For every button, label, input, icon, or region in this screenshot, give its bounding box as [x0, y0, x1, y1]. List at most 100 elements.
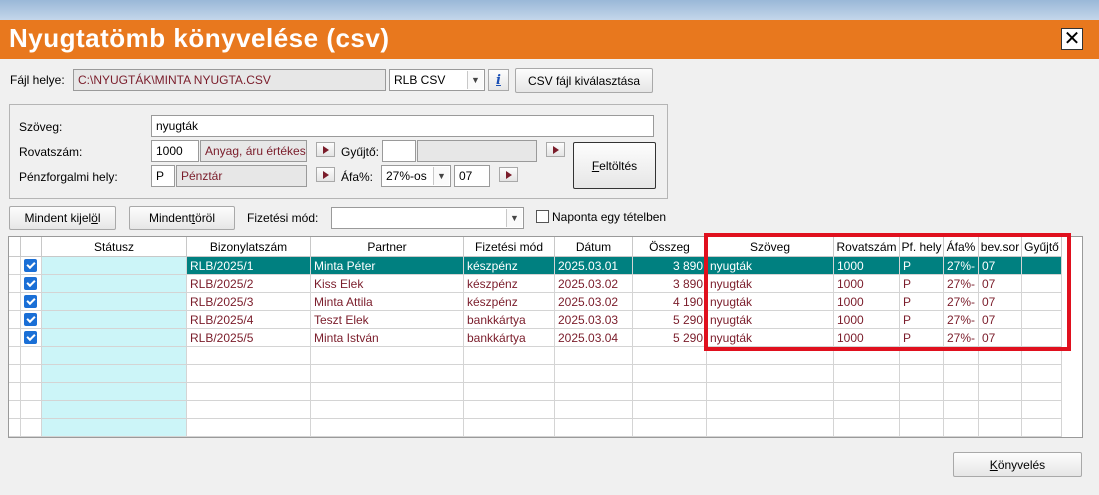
cell-fizetes	[464, 347, 555, 365]
rovatszam-input[interactable]: 1000	[151, 140, 199, 162]
afa-select[interactable]: 27%-os ▼	[381, 165, 451, 187]
cell-bizonylat: RLB/2025/3	[187, 293, 311, 311]
row-checkbox[interactable]	[24, 295, 37, 308]
status-cell	[42, 311, 187, 329]
checkbox-header	[21, 237, 42, 257]
info-icon: i	[496, 72, 501, 88]
clear-all-button[interactable]: Mindent t öröl	[129, 206, 235, 230]
gyujto-input[interactable]	[382, 140, 416, 162]
cell-bizonylat	[187, 383, 311, 401]
cell-fizetes: készpénz	[464, 257, 555, 275]
afa-value: 27%-os	[386, 169, 427, 183]
chevron-down-icon: ▼	[506, 209, 522, 227]
cell-osszeg: 4 190	[633, 293, 707, 311]
info-button[interactable]: i	[488, 69, 509, 91]
play-icon	[322, 170, 329, 179]
cell-partner	[311, 347, 464, 365]
chevron-down-icon: ▼	[467, 71, 483, 89]
row-indicator	[9, 293, 21, 311]
play-icon	[322, 145, 329, 154]
row-checkbox[interactable]	[24, 313, 37, 326]
cell-partner: Kiss Elek	[311, 275, 464, 293]
cell-gyujto	[1022, 383, 1062, 401]
cell-bizonylat	[187, 365, 311, 383]
gyujto-lookup-button[interactable]	[546, 142, 565, 157]
row-checkbox-cell	[21, 365, 42, 383]
chevron-down-icon: ▼	[433, 167, 449, 185]
cell-datum: 2025.03.04	[555, 329, 633, 347]
col-header-datum[interactable]: Dátum	[555, 237, 633, 257]
cell-partner: Minta István	[311, 329, 464, 347]
row-checkbox-cell	[21, 347, 42, 365]
status-cell	[42, 347, 187, 365]
cell-gyujto	[1022, 419, 1062, 437]
daily-single-item-label: Naponta egy tételben	[552, 210, 667, 224]
feltoltes-button[interactable]: Feltöltés	[573, 142, 656, 189]
row-checkbox-cell	[21, 401, 42, 419]
szoveg-input[interactable]: nyugták	[151, 115, 654, 137]
cell-pf	[900, 419, 944, 437]
afa-label: Áfa%:	[341, 170, 374, 184]
rovatszam-name-field: Anyag, áru értékes	[200, 140, 307, 162]
row-checkbox[interactable]	[24, 259, 37, 272]
col-header-osszeg[interactable]: Összeg	[633, 237, 707, 257]
cell-datum	[555, 347, 633, 365]
cell-bizonylat: RLB/2025/5	[187, 329, 311, 347]
afa-code-input[interactable]: 07	[454, 165, 490, 187]
cell-bizonylat: RLB/2025/4	[187, 311, 311, 329]
post-button[interactable]: Könyvelés	[953, 452, 1082, 477]
col-header-fizetesi-mod[interactable]: Fizetési mód	[464, 237, 555, 257]
penzforgalmi-name-field: Pénztár	[176, 165, 307, 187]
daily-single-item-checkbox[interactable]	[536, 210, 549, 223]
col-header-partner[interactable]: Partner	[311, 237, 464, 257]
select-all-button[interactable]: Mindent kijel ö l	[9, 206, 116, 230]
col-header-status[interactable]: Státusz	[42, 237, 187, 257]
file-path-field: C:\NYUGTÁK\MINTA NYUGTA.CSV	[73, 69, 386, 91]
cell-rovatszam	[834, 401, 900, 419]
row-checkbox-cell	[21, 257, 42, 275]
select-all-label-hotkey: ö	[91, 211, 98, 225]
close-button[interactable]: ✕	[1061, 28, 1083, 50]
row-indicator	[9, 419, 21, 437]
file-format-value: RLB CSV	[394, 73, 446, 87]
cell-datum	[555, 401, 633, 419]
penzforgalmi-lookup-button[interactable]	[316, 167, 335, 182]
rovatszam-label: Rovatszám:	[19, 145, 83, 159]
status-cell	[42, 329, 187, 347]
row-checkbox[interactable]	[24, 277, 37, 290]
cell-fizetes: készpénz	[464, 293, 555, 311]
rovatszam-lookup-button[interactable]	[316, 142, 335, 157]
cell-osszeg: 5 290	[633, 311, 707, 329]
penzforgalmi-input[interactable]: P	[151, 165, 175, 187]
row-indicator	[9, 329, 21, 347]
cell-rovatszam	[834, 383, 900, 401]
status-cell	[42, 257, 187, 275]
payment-method-select[interactable]: ▼	[331, 207, 524, 229]
cell-afa	[944, 365, 979, 383]
row-checkbox[interactable]	[24, 331, 37, 344]
file-format-select[interactable]: RLB CSV ▼	[389, 69, 485, 91]
afa-lookup-button[interactable]	[499, 167, 518, 182]
szoveg-label: Szöveg:	[19, 120, 63, 134]
cell-osszeg	[633, 383, 707, 401]
gyujto-label: Gyűjtő:	[341, 145, 380, 159]
row-indicator-header	[9, 237, 21, 257]
row-indicator	[9, 275, 21, 293]
cell-osszeg: 3 890	[633, 275, 707, 293]
file-path-label: Fájl helye:	[10, 73, 65, 87]
cell-partner	[311, 401, 464, 419]
cell-pf	[900, 365, 944, 383]
cell-partner: Teszt Elek	[311, 311, 464, 329]
row-checkbox-cell	[21, 419, 42, 437]
cell-rovatszam	[834, 365, 900, 383]
cell-afa	[944, 383, 979, 401]
cell-osszeg	[633, 401, 707, 419]
row-checkbox-cell	[21, 275, 42, 293]
cell-fizetes	[464, 419, 555, 437]
status-cell	[42, 293, 187, 311]
status-cell	[42, 383, 187, 401]
select-csv-button[interactable]: CSV fájl kiválasztása	[515, 68, 653, 93]
col-header-bizonylatszam[interactable]: Bizonylatszám	[187, 237, 311, 257]
cell-osszeg: 3 890	[633, 257, 707, 275]
cell-fizetes	[464, 401, 555, 419]
